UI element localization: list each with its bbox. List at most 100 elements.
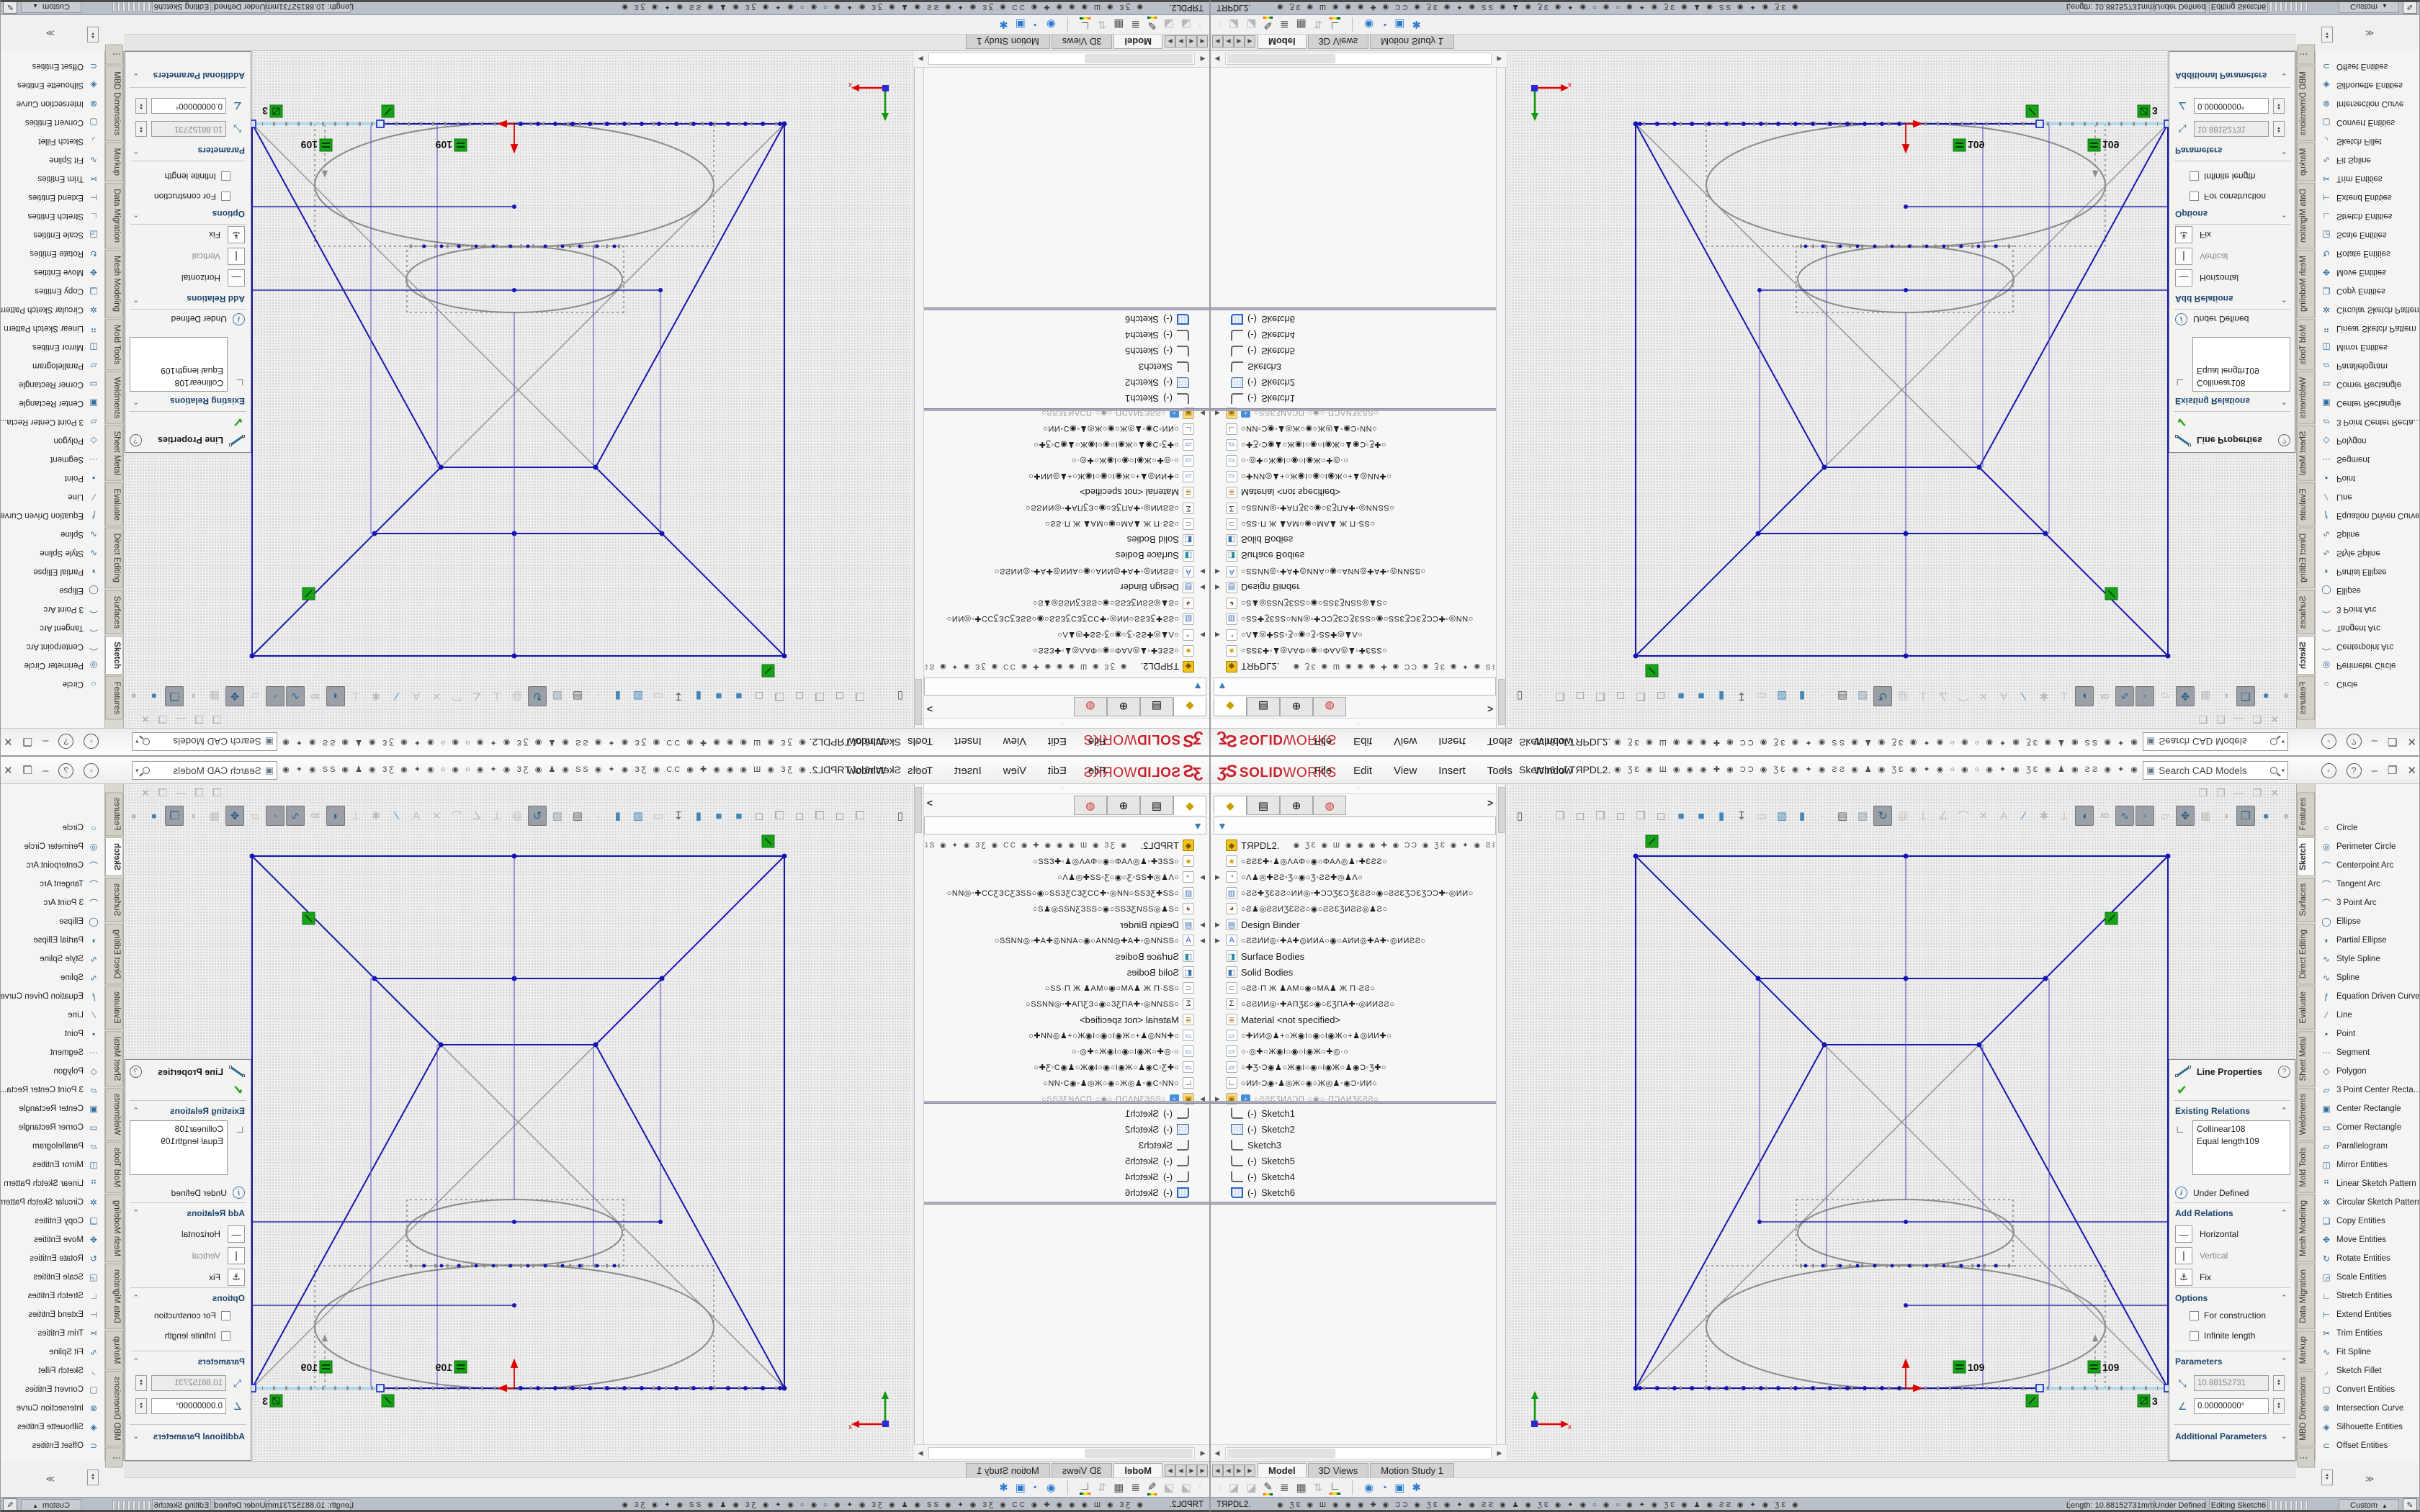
tool-corner-rectangle[interactable]: ▭Corner Rectangle [0, 375, 104, 394]
existing-relations-header[interactable]: Existing Relations [2175, 396, 2250, 406]
tab-sheet-metal[interactable]: Sheet Metal [2297, 1031, 2315, 1086]
view-toolbar-icon-7[interactable]: ◻ [1652, 686, 1670, 706]
mdi-control-3[interactable]: ❐ [2253, 787, 2262, 799]
menu-insert[interactable]: Insert [1435, 763, 1469, 778]
tool-trim-entities[interactable]: ✂Trim Entities [2316, 169, 2420, 188]
tab-⋮[interactable]: ⋮ [105, 44, 123, 64]
view-toolbar-icon-8[interactable]: ■ [1672, 686, 1690, 706]
tree-row-sketch4[interactable]: (-)Sketch4 [926, 1169, 1208, 1184]
parameters-header[interactable]: Parameters [2175, 1356, 2222, 1367]
mdi-control-3[interactable]: ❐ [158, 787, 168, 799]
menu-file[interactable]: File [1085, 763, 1108, 778]
view-toolbar-icon-3[interactable]: ◻ [1571, 806, 1590, 826]
view-toolbar-icon-9[interactable]: ■ [709, 806, 728, 826]
tool-3-point-arc[interactable]: ⌒3 Point Arc [0, 894, 104, 912]
view-toolbar-icon-18[interactable]: ↻ [1873, 806, 1892, 826]
tree-horizontal-scrollbar[interactable]: ◀ ▶ [1211, 51, 1506, 68]
tree-row-sketch1[interactable]: (-)Sketch1 [1212, 391, 1494, 407]
tool-equation-driven-curve[interactable]: ƒEquation Driven Curve [0, 506, 104, 525]
tab-data-migration[interactable]: Data Migration [2297, 1264, 2315, 1329]
view-toolbar-icon-31[interactable]: ◦ [266, 686, 284, 706]
menu-edit[interactable]: Edit [1045, 734, 1070, 750]
tree-row[interactable]: ▶▣•○ƧƧƐƷИΛƆΠ·○◉○·ΠƆΛИƷƐƧƧ○ [926, 1091, 1208, 1107]
add-relation-horizontal[interactable]: —Horizontal [182, 1225, 245, 1243]
tree-row-sketch4[interactable]: (-)Sketch4 [1212, 1169, 1494, 1184]
relation-item[interactable]: Collinear108 [134, 1123, 223, 1135]
panel-help-icon[interactable]: ? [130, 434, 142, 446]
collapse-icon[interactable]: ⌃ [2281, 397, 2287, 406]
view-toolbar-icon-36[interactable]: ❒ [165, 686, 184, 706]
parameters-header[interactable]: Parameters [198, 1356, 245, 1367]
tool-segment[interactable]: ⋯Segment [0, 1043, 104, 1062]
motion-tool-4[interactable]: ▦ [1113, 1481, 1124, 1494]
more-tools-icon[interactable]: ≫ [0, 1474, 104, 1484]
view-toolbar-icon-8[interactable]: ■ [730, 806, 748, 826]
tool-style-spline[interactable]: ∿Style Spline [2316, 950, 2420, 968]
view-toolbar-icon-23[interactable]: ✕ [1974, 686, 1993, 706]
view-toolbar-icon-14[interactable]: ▮ [1793, 686, 1811, 706]
tree-row[interactable]: ▱○·◎✚○Ж◉Ι○◉○Ι◉Ж○✚◎·○ [926, 1043, 1208, 1059]
view-toolbar-icon-25[interactable]: ∕ [387, 686, 405, 706]
angle-spinner[interactable]: ▲▼ [2273, 98, 2285, 114]
view-toolbar-icon-12[interactable]: ▭ [1752, 806, 1771, 826]
view-toolbar-icon-29[interactable]: 3D [306, 806, 325, 826]
view-toolbar-icon-16[interactable]: ▤ [568, 806, 587, 826]
restore-button[interactable]: ❐ [23, 764, 32, 777]
tool-mirror-entities[interactable]: ◫Mirror Entities [2316, 1156, 2420, 1174]
mdi-control-0[interactable]: ❒ [212, 787, 222, 799]
tab-data-migration[interactable]: Data Migration [105, 183, 123, 248]
view-toolbar-icon-23[interactable]: ✕ [427, 806, 446, 826]
view-toolbar-icon-13[interactable]: ▨ [1773, 806, 1791, 826]
options-header[interactable]: Options [2175, 209, 2208, 219]
view-toolbar-icon-29[interactable]: 3D [306, 686, 325, 706]
length-spinner[interactable]: ▲▼ [2273, 121, 2285, 137]
tool-circular-sketch-pattern[interactable]: ✲Circular Sketch Pattern [0, 1193, 104, 1212]
view-toolbar-icon-3[interactable]: ◻ [830, 686, 849, 706]
tree-row[interactable]: ∟○ИИ◦Ɔ◉◦♟◎Ж○◉○Ж◎♟◦◉Ɔ◦ИИ○ [1212, 421, 1494, 437]
tree-row-sketch6[interactable]: (-)Sketch6 [1212, 1184, 1494, 1200]
view-toolbar-icon-0[interactable]: ▯ [891, 806, 910, 826]
view-toolbar-icon-11[interactable]: ↧ [1732, 806, 1751, 826]
tool-stretch-entities[interactable]: ∟Stretch Entities [0, 1287, 104, 1305]
tool-sketch-fillet[interactable]: ◞Sketch Fillet [2316, 132, 2420, 150]
tree-vertical-scrollbar[interactable] [1496, 784, 1505, 1444]
pin-icon[interactable]: ✦ [1499, 735, 1508, 748]
tool-linear-sketch-pattern[interactable]: ⠛Linear Sketch Pattern [2316, 319, 2420, 338]
tab-features[interactable]: Features [105, 676, 123, 720]
view-toolbar-icon-37[interactable]: ● [145, 806, 163, 826]
collapse-icon[interactable]: ⌃ [2281, 1208, 2287, 1218]
motion-tool-5[interactable]: ⇅ [1314, 1481, 1323, 1494]
view-toolbar-icon-37[interactable]: ● [145, 686, 163, 706]
mdi-control-2[interactable]: — [2234, 787, 2244, 799]
tree-row[interactable]: ▶◔○Λ♟◎✚ƧƧ◦Ʒ○◉○Ʒ◦ƧƧ✚◎♟Λ○ [1212, 869, 1494, 885]
motion-tool-1[interactable]: ◪ [1246, 1481, 1256, 1494]
tree-row[interactable]: ★○ƧƧƐ✚◦♟◎ΛAΦ○◉○ΦAΛ◎♟◦✚ƐƧƧ○ [1212, 853, 1494, 869]
tab-mesh-modeling[interactable]: Mesh Modeling [2297, 250, 2315, 318]
checkbox-icon[interactable] [221, 192, 230, 202]
expand-icon[interactable]: ⌄ [133, 71, 139, 81]
tool-stretch-entities[interactable]: ∟Stretch Entities [2316, 207, 2420, 225]
tree-row[interactable]: ◕○Ƨ♟◎ƧƧИƷƐƧƧ○◉○ƧƧƐƷИƧƧ◎♟Ƨ○ [926, 901, 1208, 917]
checkbox-icon[interactable] [2190, 172, 2199, 181]
tool-intersection-curve[interactable]: ⊗Intersection Curve [0, 94, 104, 113]
mdi-control-4[interactable]: ✕ [2270, 787, 2279, 799]
tool-parallelogram[interactable]: ▱Parallelogram [0, 356, 104, 375]
tree-row[interactable]: ▱○·◎✚○Ж◉Ι○◉○Ι◉Ж○✚◎·○ [1212, 453, 1494, 469]
tool-style-spline[interactable]: ∿Style Spline [0, 544, 104, 562]
collapse-icon[interactable]: ⌃ [2281, 210, 2287, 219]
tab-weldments[interactable]: Weldments [105, 1088, 123, 1140]
motion-tool-6[interactable]: ∟ [1080, 1480, 1090, 1495]
tool-corner-rectangle[interactable]: ▭Corner Rectangle [2316, 1118, 2420, 1137]
tool-rotate-entities[interactable]: ↻Rotate Entities [0, 1249, 104, 1268]
motion-tool-10[interactable]: ▣ [1016, 18, 1026, 31]
tab-sheet-metal[interactable]: Sheet Metal [105, 1031, 123, 1086]
tree-vertical-scrollbar[interactable] [1496, 68, 1505, 728]
view-toolbar-icon-7[interactable]: ◻ [750, 686, 768, 706]
tree-row-sketch4[interactable]: (-)Sketch4 [926, 328, 1208, 343]
view-toolbar-icon-19[interactable]: @ [508, 806, 526, 826]
motion-nav-3[interactable]: ▶ [1245, 1464, 1255, 1477]
checkbox-for-construction[interactable]: For construction [2190, 1310, 2266, 1320]
mdi-control-4[interactable]: ✕ [141, 713, 150, 725]
view-toolbar-icon-20[interactable]: ⊥ [1914, 686, 1932, 706]
checkbox-infinite-length[interactable]: Infinite length [2190, 1331, 2255, 1341]
